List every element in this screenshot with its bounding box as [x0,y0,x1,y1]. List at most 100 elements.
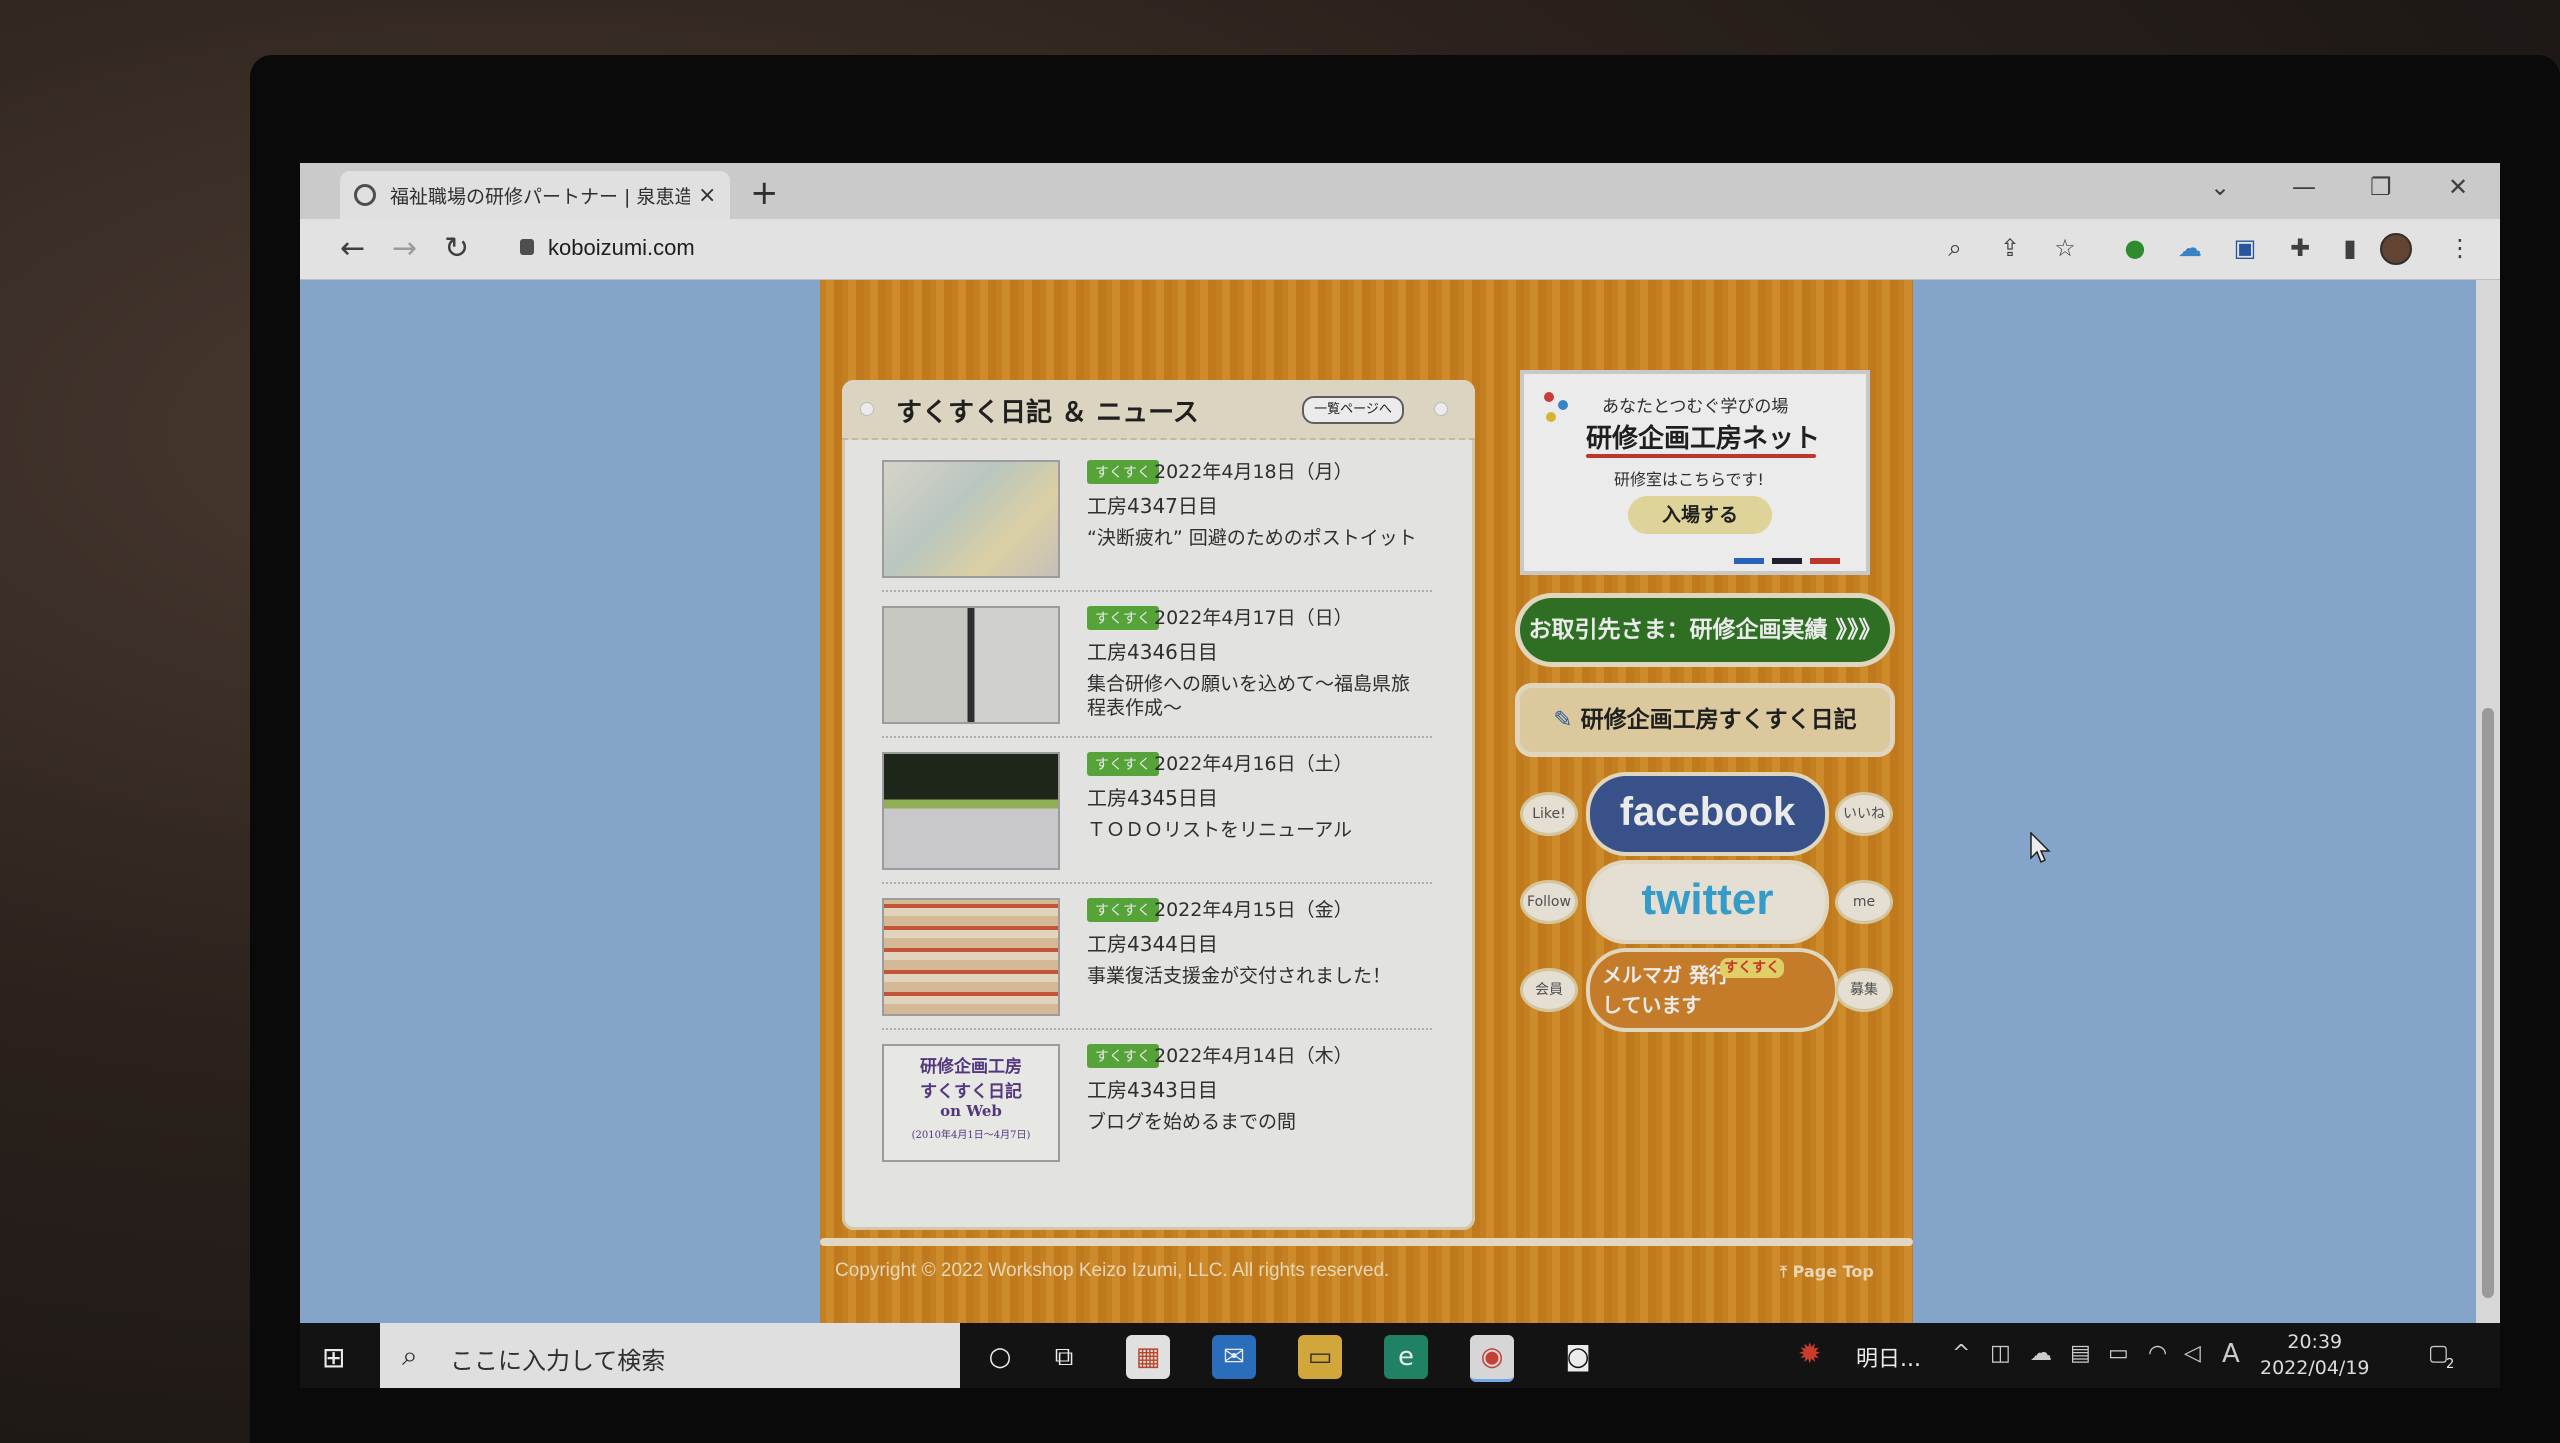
mailmag-link[interactable]: 会員 メルマガ 発行しています すくすく 募集 [1520,952,1895,1032]
news-date: 2022年4月18日（月） [1154,461,1353,483]
clock-date: 2022/04/19 [2260,1357,2370,1379]
edge-icon[interactable]: e [1384,1335,1428,1379]
twitter-link[interactable]: Follow twitter me [1520,864,1895,944]
globe-icon [354,184,376,206]
back-button[interactable]: ← [340,231,365,266]
cloud-extension-icon[interactable]: ☁ [2175,233,2205,263]
search-placeholder: ここに入力して検索 [450,1347,666,1375]
book-line-2: すくすく日記 [920,1082,1022,1102]
display-icon[interactable]: ▤ [2070,1341,2091,1366]
scrollbar-thumb[interactable] [2482,708,2494,1298]
screen: 福祉職場の研修パートナー | 泉恵造 × + ⌄ — ❐ ✕ ← → ↻ kob… [300,163,2500,1388]
pencil-icon: ✎ [1553,707,1573,733]
taskbar: ⊞ ⌕ ここに入力して検索 ○ ⧉ ▦ ✉ ▭ e ◉ ◙ ✹ 明日... ^ … [300,1323,2500,1388]
news-thumbnail[interactable] [882,460,1060,578]
chrome-icon[interactable]: ◉ [1470,1335,1514,1382]
ime-indicator[interactable]: A [2222,1339,2240,1369]
file-explorer-icon[interactable]: ▭ [1298,1335,1342,1379]
copyright-text: Copyright © 2022 Workshop Keizo Izumi, L… [835,1260,1390,1281]
news-day-count: 工房4343日目 [1087,1078,1218,1102]
news-post-title[interactable]: “決断疲れ” 回避のためのポストイット [1087,526,1427,550]
menu-kebab-icon[interactable]: ⋮ [2445,233,2475,263]
restore-button[interactable]: ❐ [2370,173,2392,201]
news-item[interactable]: すくすく 2022年4月15日（金） 工房4344日目 事業復活支援金が交付され… [882,886,1432,1030]
extensions-puzzle-icon[interactable]: ✚ [2285,233,2315,263]
browser-tab[interactable]: 福祉職場の研修パートナー | 泉恵造 × [340,171,730,219]
news-item[interactable]: すくすく 2022年4月16日（土） 工房4345日目 ＴＯＤＯリストをリニュー… [882,740,1432,884]
share-icon[interactable]: ⇪ [1995,233,2025,263]
cortana-icon[interactable]: ○ [978,1335,1022,1379]
onedrive-cloud-icon[interactable]: ☁ [2030,1341,2052,1366]
category-badge: すくすく [1087,1044,1159,1068]
header-dot-left [860,402,874,416]
volume-icon[interactable]: ◁ [2184,1341,2201,1366]
mailmag-banner[interactable]: メルマガ 発行しています すくすく [1590,952,1835,1028]
header-dot-right [1434,402,1448,416]
wifi-icon[interactable]: ◠ [2148,1341,2167,1366]
news-thumbnail[interactable] [882,898,1060,1016]
news-day-count: 工房4344日目 [1087,932,1218,956]
news-item[interactable]: 研修企画工房 すくすく日記 on Web (2010年4月1日～4月7日) すく… [882,1032,1432,1174]
facebook-link[interactable]: Like! facebook いいね [1520,776,1895,856]
client-results-button[interactable]: お取引先さま：研修企画実績 》》》 [1520,598,1890,662]
tab-title: 福祉職場の研修パートナー | 泉恵造 [390,185,690,208]
page-top-link[interactable]: ⤒ Page Top [1780,1262,1874,1282]
extension-green-icon[interactable]: ● [2120,233,2150,263]
extension-blue-icon[interactable]: ▣ [2230,233,2260,263]
mail-icon[interactable]: ✉ [1212,1335,1256,1379]
category-badge: すくすく [1087,898,1159,922]
bookmark-star-icon[interactable]: ☆ [2050,233,2080,263]
facebook-logo[interactable]: facebook [1590,776,1825,852]
news-post-title[interactable]: ブログを始めるまでの間 [1087,1110,1427,1134]
enter-button[interactable]: 入場する [1628,496,1772,534]
taskbar-clock[interactable]: 20:39 2022/04/19 [2260,1329,2370,1381]
news-item[interactable]: すくすく 2022年4月18日（月） 工房4347日目 “決断疲れ” 回避のため… [882,448,1432,592]
tab-strip: 福祉職場の研修パートナー | 泉恵造 × + ⌄ — ❐ ✕ [300,163,2500,219]
news-date: 2022年4月16日（土） [1154,753,1353,775]
show-hidden-icons-chevron[interactable]: ^ [1952,1341,1970,1366]
meet-icon[interactable]: ◫ [1990,1341,2011,1366]
camera-icon[interactable]: ◙ [1556,1335,1600,1379]
zoom-icon[interactable]: ⌕ [1940,233,1970,263]
taskbar-search-box[interactable]: ⌕ ここに入力して検索 [380,1323,960,1388]
battery-icon[interactable]: ▭ [2108,1341,2129,1366]
close-window-button[interactable]: ✕ [2448,173,2468,201]
red-dot-icon [1544,392,1554,402]
news-post-title[interactable]: ＴＯＤＯリストをリニューアル [1087,818,1427,842]
news-date: 2022年4月15日（金） [1154,899,1353,921]
kobo-net-banner[interactable]: あなたとつむぐ学びの場 研修企画工房ネット 研修室はこちらです! 入場する [1520,370,1870,575]
side-panel-icon[interactable]: ▮ [2335,233,2365,263]
lock-icon [520,239,534,255]
news-post-title[interactable]: 集合研修への願いを込めて～福島県旅程表作成～ [1087,672,1427,720]
category-badge: すくすく [1087,752,1159,776]
news-date: 2022年4月17日（日） [1154,607,1353,629]
browser-toolbar: ← → ↻ koboizumi.com ⌕ ⇪ ☆ ● ☁ ▣ ✚ ▮ ⋮ [300,219,2500,280]
profile-avatar[interactable] [2380,233,2412,265]
news-thumbnail[interactable] [882,606,1060,724]
new-tab-button[interactable]: + [750,173,779,213]
news-item[interactable]: すくすく 2022年4月17日（日） 工房4346日目 集合研修への願いを込めて… [882,594,1432,738]
task-view-icon[interactable]: ⧉ [1042,1335,1086,1379]
book-cover-thumbnail[interactable]: 研修企画工房 すくすく日記 on Web (2010年4月1日～4月7日) [882,1044,1060,1162]
diary-button[interactable]: ✎ 研修企画工房すくすく日記 [1520,688,1890,752]
url-text: koboizumi.com [548,235,695,260]
forward-button[interactable]: → [392,231,417,266]
page-main: すくすく日記 ＆ ニュース 一覧ページへ すくすく 2022年4月18日（月） … [820,280,1913,1323]
tab-search-chevron-icon[interactable]: ⌄ [2210,173,2230,201]
red-bar [1810,558,1840,564]
news-list-page-button[interactable]: 一覧ページへ [1302,396,1404,424]
weather-text[interactable]: 明日... [1856,1341,1921,1373]
minimize-button[interactable]: — [2292,173,2316,201]
news-post-title[interactable]: 事業復活支援金が交付されました！ [1087,964,1427,988]
store-icon[interactable]: ▦ [1126,1335,1170,1379]
news-day-count: 工房4347日目 [1087,494,1218,518]
tab-close-icon[interactable]: × [698,183,716,208]
weather-icon[interactable]: ✹ [1798,1337,1821,1370]
windows-start-icon[interactable]: ⊞ [322,1341,345,1374]
news-thumbnail[interactable] [882,752,1060,870]
blue-dot-icon [1558,400,1568,410]
reload-button[interactable]: ↻ [444,231,469,266]
twitter-logo[interactable]: twitter [1590,864,1825,940]
book-line-4: (2010年4月1日～4月7日) [911,1130,1031,1141]
mailmag-label: メルマガ 発行しています [1602,963,1729,1017]
